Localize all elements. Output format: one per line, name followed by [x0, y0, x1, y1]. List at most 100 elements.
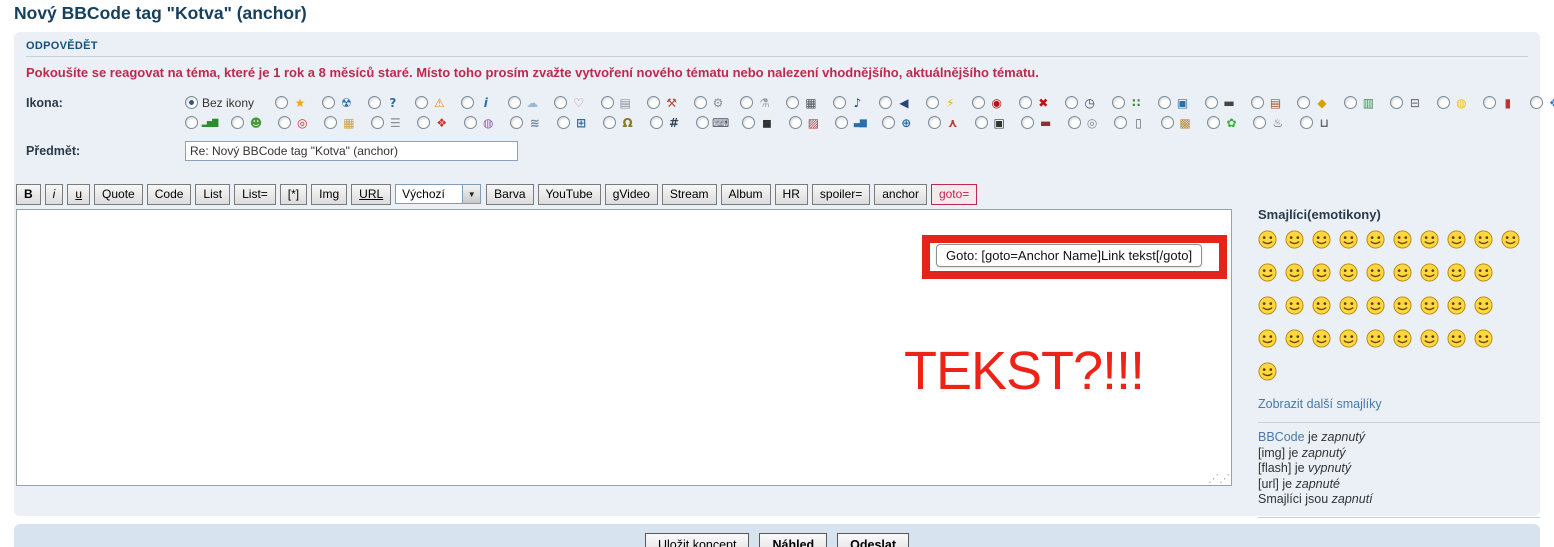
bbcode-button[interactable]: Quote [94, 184, 143, 205]
smiley[interactable] [1393, 296, 1412, 315]
topic-icon-option[interactable]: ⊕ [881, 115, 915, 131]
radio-button[interactable] [835, 116, 849, 130]
bbcode-button[interactable]: Code [146, 184, 192, 205]
topic-icon-option[interactable]: ▯ [1114, 115, 1147, 131]
submit-button[interactable]: Náhled [759, 533, 828, 547]
topic-icon-option[interactable]: ◉ [972, 95, 1005, 111]
bbcode-button[interactable]: URL [351, 184, 392, 205]
topic-icon-option[interactable]: ▃▆ [835, 115, 868, 131]
submit-button[interactable]: Odeslat [837, 533, 910, 547]
smiley[interactable] [1258, 263, 1277, 282]
radio-button[interactable] [507, 96, 521, 110]
smiley[interactable] [1285, 263, 1304, 282]
radio-button[interactable] [510, 116, 524, 130]
topic-icon-option[interactable]: ✿ [1206, 115, 1240, 131]
radio-button[interactable] [1158, 96, 1172, 110]
smiley[interactable] [1474, 296, 1493, 315]
radio-button[interactable] [461, 96, 475, 110]
smiley[interactable] [1285, 230, 1304, 249]
smiley[interactable] [1420, 329, 1439, 348]
topic-icon-option[interactable]: ▦ [324, 115, 357, 131]
radio-button[interactable] [879, 96, 893, 110]
topic-icon-option[interactable]: ♡ [554, 95, 587, 111]
topic-icon-option[interactable]: ▤ [600, 95, 634, 111]
bbcode-button[interactable]: Album [720, 184, 771, 205]
radio-button[interactable] [1067, 116, 1081, 130]
smiley[interactable] [1474, 329, 1493, 348]
smiley[interactable] [1258, 230, 1277, 249]
radio-button[interactable] [742, 116, 756, 130]
radio-button[interactable] [928, 116, 942, 130]
smiley[interactable] [1258, 329, 1277, 348]
topic-icon-option[interactable]: ◀ [879, 95, 912, 111]
topic-icon-option[interactable]: ◆ [1297, 95, 1330, 111]
radio-button[interactable] [417, 116, 431, 130]
topic-icon-option[interactable]: i [461, 95, 494, 111]
radio-button[interactable] [925, 96, 939, 110]
smiley[interactable] [1447, 230, 1466, 249]
radio-button[interactable] [1390, 96, 1404, 110]
topic-icon-option[interactable]: ▤ [1251, 95, 1284, 111]
topic-icon-option[interactable]: ▣ [974, 115, 1008, 131]
topic-icon-option[interactable]: ▦ [786, 95, 819, 111]
radio-button[interactable] [1160, 116, 1174, 130]
radio-button[interactable] [1343, 96, 1357, 110]
topic-icon-option[interactable]: ◼ [742, 115, 775, 131]
topic-icon-option[interactable]: ▮ [1483, 95, 1516, 111]
radio-button[interactable] [600, 96, 614, 110]
topic-icon-option[interactable]: ▩ [1160, 115, 1194, 131]
bbcode-button[interactable]: spoiler= [811, 184, 871, 205]
radio-button[interactable] [368, 96, 382, 110]
smiley[interactable] [1420, 263, 1439, 282]
font-select[interactable]: Výchozí ▼ [395, 184, 482, 204]
topic-icon-option[interactable]: ⚒ [647, 95, 680, 111]
smiley[interactable] [1393, 230, 1412, 249]
topic-icon-option[interactable]: ☰ [370, 115, 404, 131]
smiley[interactable] [1447, 296, 1466, 315]
topic-icon-option[interactable]: ▬ [1021, 115, 1054, 131]
radio-button[interactable] [556, 116, 570, 130]
smiley[interactable] [1339, 329, 1358, 348]
radio-button[interactable] [1111, 96, 1125, 110]
radio-button[interactable] [693, 96, 707, 110]
bbcode-button[interactable]: List [195, 184, 231, 205]
bbcode-button[interactable]: Img [311, 184, 348, 205]
bbcode-button[interactable]: [*] [279, 184, 308, 205]
topic-icon-option[interactable]: ∷ [1111, 95, 1145, 111]
topic-icon-option[interactable]: ◎ [1067, 115, 1101, 131]
radio-button[interactable] [1436, 96, 1450, 110]
smiley[interactable] [1474, 230, 1493, 249]
smiley[interactable] [1420, 230, 1439, 249]
topic-icon-option[interactable]: ⌨ [695, 115, 729, 131]
smiley[interactable] [1393, 329, 1412, 348]
radio-button[interactable] [740, 96, 754, 110]
radio-button[interactable] [370, 116, 384, 130]
show-more-smilies-link[interactable]: Zobrazit další smajlíky [1258, 397, 1382, 411]
topic-icon-option[interactable]: ☢ [321, 95, 355, 111]
smiley[interactable] [1312, 329, 1331, 348]
smiley[interactable] [1447, 263, 1466, 282]
radio-button[interactable] [1114, 116, 1128, 130]
bbcode-button[interactable]: HR [774, 184, 808, 205]
radio-button[interactable] [185, 116, 198, 130]
topic-icon-option[interactable]: # [649, 115, 683, 131]
smiley[interactable] [1393, 263, 1412, 282]
smiley[interactable] [1258, 362, 1277, 381]
topic-icon-option[interactable]: ❖ [417, 115, 450, 131]
topic-icon-option[interactable]: ⊞ [556, 115, 590, 131]
topic-icon-option[interactable]: ▬ [1204, 95, 1238, 111]
bbcode-button[interactable]: B [16, 184, 41, 205]
topic-icon-option[interactable]: ▣ [1158, 95, 1191, 111]
smiley[interactable] [1312, 263, 1331, 282]
topic-icon-option[interactable]: ⊔ [1299, 115, 1333, 131]
bbcode-button[interactable]: u [67, 184, 91, 205]
radio-button[interactable] [1065, 96, 1079, 110]
subject-input[interactable] [185, 141, 518, 161]
radio-button[interactable] [1251, 96, 1264, 110]
radio-button[interactable] [463, 116, 477, 130]
topic-icon-option[interactable]: ✖ [1018, 95, 1052, 111]
topic-icon-option[interactable]: ⚡ [925, 95, 959, 111]
topic-icon-option[interactable]: ⋏ [928, 115, 961, 131]
goto-bbcode-button[interactable]: goto= [930, 184, 978, 205]
topic-icon-option[interactable]: ◍ [463, 115, 497, 131]
